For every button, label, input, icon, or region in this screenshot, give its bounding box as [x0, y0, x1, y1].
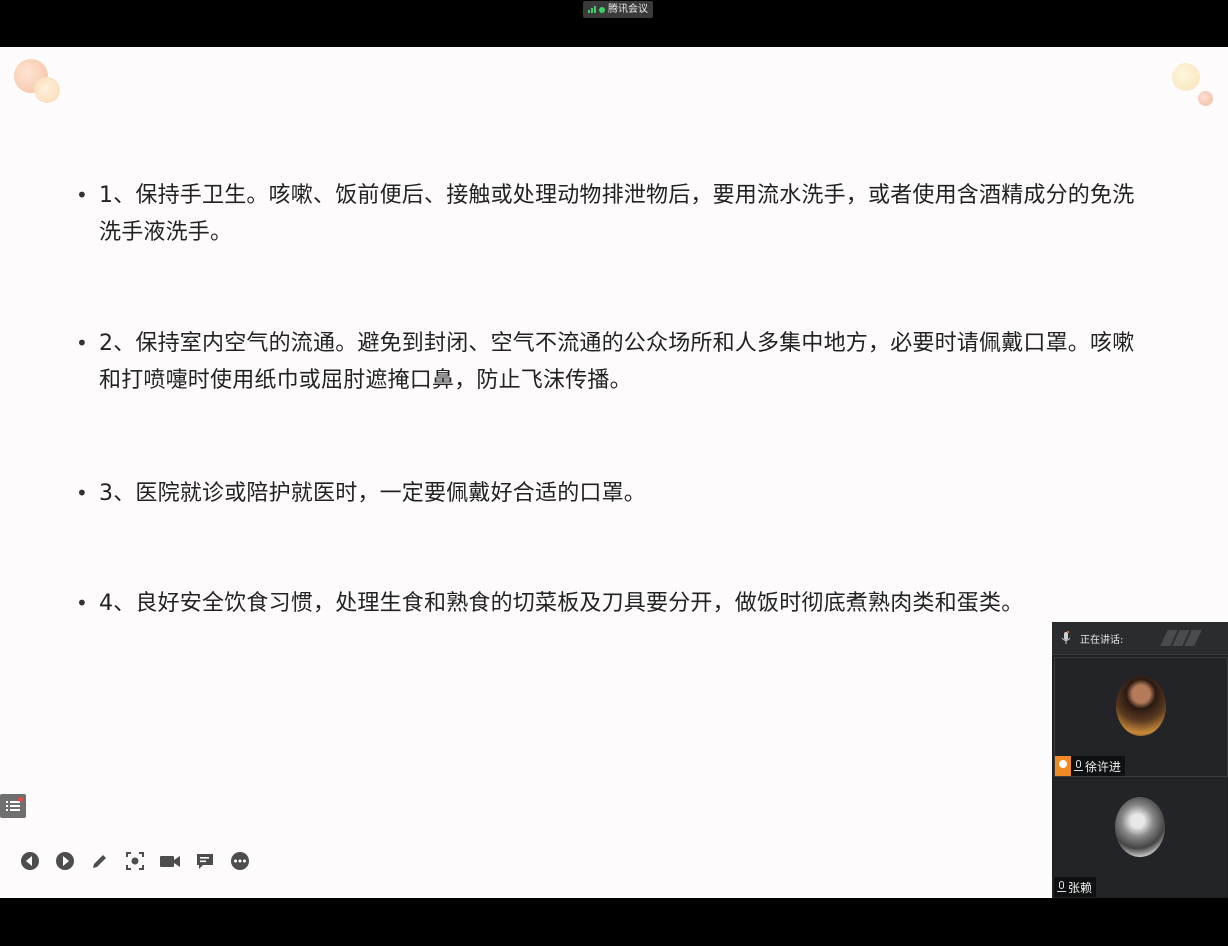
- host-icon: [1055, 756, 1071, 776]
- pen-button[interactable]: [88, 849, 112, 873]
- participant-tile[interactable]: 张赖: [1054, 779, 1226, 897]
- prev-page-icon: [21, 852, 39, 870]
- status-dot-icon: [599, 6, 605, 13]
- slide-menu-button[interactable]: [0, 794, 26, 818]
- audio-wave-icon: [1160, 630, 1202, 646]
- prev-page-button[interactable]: [18, 849, 42, 873]
- meeting-status-pill[interactable]: 腾讯会议: [583, 1, 653, 18]
- camera-icon: [160, 856, 180, 867]
- bullet-symbol: •: [76, 183, 88, 207]
- top-bar: 腾讯会议: [0, 0, 1228, 47]
- next-page-button[interactable]: [53, 849, 77, 873]
- bullet-symbol: •: [76, 591, 88, 615]
- participant-panel: 正在讲话: 徐许进 张赖: [1052, 622, 1228, 898]
- bullet-item: • 1、保持手卫生。咳嗽、饭前便后、接触或处理动物排泄物后，要用流水洗手，或者使…: [76, 177, 1151, 251]
- bullet-item: • 3、医院就诊或陪护就医时，一定要佩戴好合适的口罩。: [76, 475, 1151, 512]
- bullet-item: • 2、保持室内空气的流通。避免到封闭、空气不流通的公众场所和人多集中地方，必要…: [76, 325, 1151, 399]
- list-icon: [6, 801, 20, 811]
- participant-tile[interactable]: 徐许进: [1054, 657, 1228, 777]
- camera-button[interactable]: [158, 849, 182, 873]
- notification-badge: [18, 797, 23, 802]
- next-page-icon: [56, 852, 74, 870]
- avatar: [1116, 676, 1166, 736]
- more-icon: [231, 852, 249, 870]
- participant-name: 徐许进: [1085, 759, 1122, 774]
- decoration-circle: [34, 77, 60, 103]
- more-button[interactable]: [228, 849, 252, 873]
- comment-button[interactable]: [193, 849, 217, 873]
- decoration-circle: [1198, 91, 1213, 106]
- bottom-bar: [0, 898, 1228, 946]
- signal-icon: [588, 6, 596, 13]
- decoration-circle: [1172, 63, 1200, 91]
- avatar: [1115, 797, 1165, 857]
- bullet-text: 3、医院就诊或陪护就医时，一定要佩戴好合适的口罩。: [99, 481, 646, 506]
- microphone-icon: [1074, 760, 1083, 772]
- screenshot-icon: [126, 852, 144, 870]
- speaking-label: 正在讲话:: [1080, 634, 1124, 646]
- bullet-item: • 4、良好安全饮食习惯，处理生食和熟食的切菜板及刀具要分开，做饭时彻底煮熟肉类…: [76, 585, 1151, 622]
- comment-icon: [197, 854, 213, 869]
- participant-name-tag: 张赖: [1054, 877, 1097, 897]
- shared-slide: • 1、保持手卫生。咳嗽、饭前便后、接触或处理动物排泄物后，要用流水洗手，或者使…: [0, 47, 1228, 898]
- screenshot-button[interactable]: [123, 849, 147, 873]
- bullet-text: 2、保持室内空气的流通。避免到封闭、空气不流通的公众场所和人多集中地方，必要时请…: [99, 331, 1135, 393]
- microphone-icon: [1057, 881, 1066, 893]
- speaking-indicator: 正在讲话:: [1052, 622, 1228, 655]
- participant-name: 张赖: [1068, 880, 1093, 895]
- bullet-text: 1、保持手卫生。咳嗽、饭前便后、接触或处理动物排泄物后，要用流水洗手，或者使用含…: [99, 183, 1135, 245]
- participant-name-tag: 徐许进: [1055, 756, 1126, 776]
- pen-icon: [93, 855, 106, 868]
- bullet-symbol: •: [76, 481, 88, 505]
- app-title: 腾讯会议: [608, 4, 648, 15]
- slide-toolbar: [18, 849, 252, 873]
- bullet-text: 4、良好安全饮食习惯，处理生食和熟食的切菜板及刀具要分开，做饭时彻底煮熟肉类和蛋…: [99, 591, 1024, 616]
- microphone-icon: [1061, 631, 1071, 644]
- bullet-symbol: •: [76, 331, 88, 355]
